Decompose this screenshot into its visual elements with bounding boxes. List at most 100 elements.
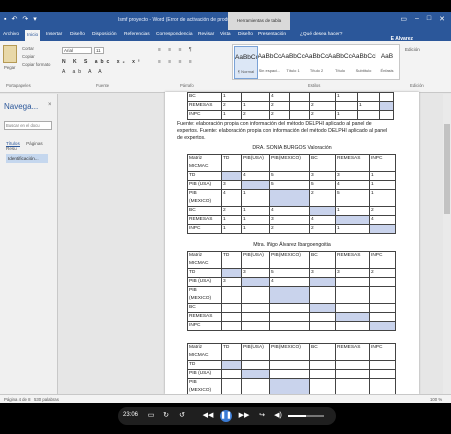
editing-group[interactable]: Edición: [405, 47, 420, 52]
table-cell: [269, 369, 310, 379]
style-6[interactable]: AaB Énfasis: [375, 46, 399, 79]
font-name-select[interactable]: Arial: [62, 47, 92, 54]
cut-button[interactable]: Cortar: [22, 46, 34, 51]
pause-icon[interactable]: ❚❚: [220, 410, 232, 422]
style-label: Título 2: [309, 68, 324, 73]
row-label-cell: TD: [187, 171, 222, 181]
table-cell: [269, 360, 310, 370]
table-cell: [369, 303, 396, 313]
table-cell: [379, 101, 394, 111]
tab-inicio[interactable]: Inicio: [25, 30, 41, 41]
table-cell: [309, 378, 336, 396]
redo-icon[interactable]: ↷: [22, 16, 28, 24]
format-painter-button[interactable]: Copiar formato: [22, 62, 50, 67]
table-cell: [369, 378, 396, 396]
tell-me-box[interactable]: ¿Qué desea hacer?: [300, 32, 342, 37]
table-row: INPC: [187, 321, 396, 331]
ribbon-options-icon[interactable]: ▭: [400, 15, 407, 23]
style-2[interactable]: AaBbCcDc Título 1: [281, 46, 305, 79]
close-icon[interactable]: ✕: [439, 15, 445, 23]
word-window: ▪ ↶ ↷ ▾ Ismf proyecto - Word (Error de a…: [0, 12, 451, 403]
cast-icon[interactable]: ▭: [145, 410, 157, 422]
table-cell: 1: [221, 215, 242, 225]
table-cell: 5: [269, 268, 310, 278]
table-cell: 3: [221, 277, 242, 287]
table-row: BC: [187, 303, 396, 313]
table-row: PIB (MEXICO): [187, 286, 396, 304]
tab-archivo[interactable]: Archivo: [3, 32, 19, 37]
tab-diseno-tabla[interactable]: Diseño: [238, 32, 253, 37]
document-page[interactable]: BC 1 4 1 REMESAS 2 1 2 2 1 INPC 1 2 2 2 1 Fuente: elabo…: [165, 92, 419, 396]
volume-slider[interactable]: [288, 415, 324, 417]
table-cell: 1: [335, 110, 358, 120]
header-cell: REMESAS: [335, 343, 370, 361]
maximize-icon[interactable]: □: [427, 15, 431, 23]
font-format-buttons[interactable]: N K S abc x₂ x²: [62, 59, 143, 65]
zoom-level[interactable]: 100 %: [430, 397, 442, 402]
vertical-scrollbar[interactable]: [443, 94, 451, 394]
close-navigation-icon[interactable]: ×: [48, 102, 52, 108]
tab-vista[interactable]: Vista: [220, 32, 231, 37]
replay-icon[interactable]: ↻: [160, 410, 172, 422]
navigation-search-input[interactable]: Buscar en el docu: [4, 121, 52, 130]
table-cell: [221, 286, 242, 304]
table-cell: 3: [335, 171, 370, 181]
copy-button[interactable]: Copiar: [22, 54, 35, 59]
table-cell: [369, 224, 396, 234]
header-cell: PIB(MEXICO): [269, 251, 310, 269]
style-5[interactable]: AaBbCcD Subtítulo: [352, 46, 376, 79]
row-label-cell: PIB (MEXICO): [187, 378, 222, 396]
tab-revisar[interactable]: Revisar: [198, 32, 214, 37]
table-cell: [369, 277, 396, 287]
table-cell: 2: [269, 101, 290, 111]
style-preview: AaBbCcDc: [235, 54, 257, 61]
tab-presentacion[interactable]: Presentación: [258, 32, 286, 37]
playback-time: 23:06: [123, 412, 139, 418]
table-cell: [289, 92, 310, 102]
save-icon[interactable]: ▪: [4, 16, 6, 24]
style-0[interactable]: AaBbCcDc ¶ Normal: [234, 46, 258, 79]
customize-icon[interactable]: ▾: [33, 16, 37, 24]
volume-icon[interactable]: ◀): [272, 410, 284, 422]
header-cell: BC: [309, 343, 336, 361]
table-cell: 3: [335, 268, 370, 278]
rewind-icon[interactable]: ◀◀: [202, 410, 214, 422]
style-preview: AaBbCc: [257, 53, 282, 60]
tab-correspondencia[interactable]: Correspondencia: [156, 32, 193, 37]
fast-forward-icon[interactable]: ▶▶: [238, 410, 250, 422]
tab-referencias[interactable]: Referencias: [124, 32, 150, 37]
tab-diseno[interactable]: Diseño: [70, 32, 85, 37]
row-label-cell: INPC: [187, 321, 222, 331]
ribbon-group-labels: Portapapeles Fuente Párrafo Estilos Edic…: [0, 83, 451, 91]
tab-insertar[interactable]: Insertar: [46, 32, 62, 37]
table-cell: [309, 321, 336, 331]
table-cell: [269, 378, 310, 396]
header-cell: INPC: [369, 154, 396, 172]
table-cell: 3: [269, 215, 310, 225]
loop-icon[interactable]: ↺: [176, 410, 188, 422]
nav-tab-resultados[interactable]: Resu: [6, 146, 17, 151]
nav-heading-item[interactable]: Identificación...: [6, 154, 48, 163]
word-count[interactable]: 530 palabras: [34, 397, 59, 402]
style-3[interactable]: AaBbCcD Título 2: [305, 46, 329, 79]
micmac-table-burgos: Matriz MICMAC TD PIB(USA) PIB(MEXICO) BC REME…: [187, 154, 396, 234]
font-size-select[interactable]: 11: [94, 47, 104, 54]
paste-button[interactable]: Pegar: [4, 65, 15, 70]
table-cell: 1: [369, 171, 396, 181]
minimize-icon[interactable]: –: [415, 15, 419, 23]
undo-icon[interactable]: ↶: [11, 16, 17, 24]
style-4[interactable]: AaBbCcC Título: [328, 46, 352, 79]
header-cell: BC: [309, 154, 336, 172]
alignment-buttons[interactable]: ≡ ≡ ≡ ≡: [158, 59, 195, 65]
style-1[interactable]: AaBbCc Sin espaci...: [258, 46, 282, 79]
paste-icon[interactable]: [3, 45, 17, 63]
scrollbar-thumb[interactable]: [444, 124, 450, 214]
navigation-pane: Navega... × Buscar en el docu Títulos Pá…: [0, 94, 58, 394]
page-count[interactable]: Página 4 de 8: [4, 397, 31, 402]
font-color-buttons[interactable]: A ab A A: [62, 69, 105, 75]
tab-disposicion[interactable]: Disposición: [92, 32, 117, 37]
forward-icon[interactable]: ↪: [256, 410, 268, 422]
nav-tab-paginas[interactable]: Páginas: [26, 141, 43, 146]
paragraph-buttons[interactable]: ≡ ≡ ≡ ¶: [158, 47, 195, 53]
table-cell: 1: [221, 92, 242, 102]
